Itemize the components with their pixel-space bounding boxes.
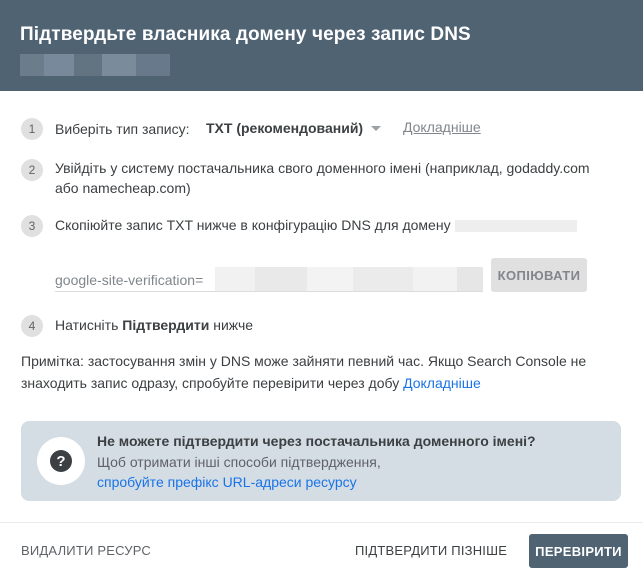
step-4-text-bold: Підтвердити: [122, 317, 210, 333]
step-3-text: Скопіюйте запис TXT нижче в конфігурацію…: [55, 217, 451, 233]
verify-button[interactable]: ПЕРЕВІРИТИ: [529, 534, 628, 568]
dialog-header: Підтвердьте власника домену через запис …: [0, 0, 643, 91]
copy-button[interactable]: КОПІЮВАТИ: [491, 258, 587, 292]
step-2-text: Увійдіть у систему постачальника свого д…: [55, 160, 590, 196]
step-1: 1 Виберіть тип запису:: [21, 118, 190, 140]
step-number-3: 3: [21, 215, 43, 237]
dns-note-text: Примітка: застосування змін у DNS може з…: [21, 353, 587, 391]
verify-later-button[interactable]: ПІДТВЕРДИТИ ПІЗНІШЕ: [355, 543, 507, 558]
record-type-select[interactable]: TXT (рекомендований): [206, 118, 382, 138]
step-4: 4 Натисніть Підтвердити нижче: [21, 315, 253, 337]
help-card-title: Не можете підтвердити через постачальник…: [97, 433, 536, 449]
step-number-2: 2: [21, 159, 43, 181]
alternative-verification-card: ? Не можете підтвердити через постачальн…: [21, 421, 621, 501]
redacted-domain: [20, 54, 170, 76]
help-icon-container: ?: [37, 437, 85, 485]
footer-divider: [0, 522, 643, 523]
help-card-subtitle: Щоб отримати інші способи підтвердження,: [97, 454, 381, 470]
step-4-text: Натисніть Підтвердити нижче: [55, 315, 253, 335]
step-4-text-before: Натисніть: [55, 317, 123, 333]
learn-more-link-note[interactable]: Докладніше: [403, 375, 481, 391]
step-1-text: Виберіть тип запису:: [55, 121, 190, 137]
step-number-1: 1: [21, 118, 43, 140]
dropdown-arrow-icon: [371, 126, 382, 131]
url-prefix-property-link[interactable]: спробуйте префікс URL-адреси ресурсу: [97, 474, 357, 490]
dialog-title: Підтвердьте власника домену через запис …: [20, 24, 471, 45]
learn-more-link-record-type[interactable]: Докладніше: [403, 119, 481, 135]
step-number-4: 4: [21, 315, 43, 337]
delete-property-button[interactable]: ВИДАЛИТИ РЕСУРС: [21, 543, 151, 558]
txt-record-prefix: google-site-verification=: [55, 272, 204, 288]
txt-record-field[interactable]: google-site-verification=: [55, 258, 483, 292]
dns-note: Примітка: застосування змін у DNS може з…: [21, 350, 621, 394]
step-3: 3 Скопіюйте запис TXT нижче в конфігурац…: [21, 215, 451, 237]
help-icon: ?: [50, 450, 72, 472]
redacted-domain-inline: [455, 220, 577, 232]
redacted-verification-token: [215, 267, 483, 291]
step-4-text-after: нижче: [209, 317, 254, 333]
step-2: 2 Увійдіть у систему постачальника свого…: [21, 159, 615, 198]
record-type-value: TXT (рекомендований): [206, 120, 364, 136]
